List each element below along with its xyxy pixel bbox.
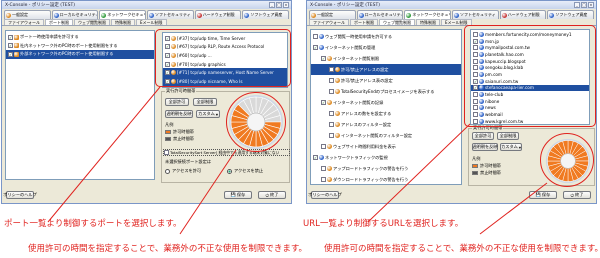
right-caption-2: 使用許可の時間を指定することで、業務外の不正な使用を制限できます。 (324, 244, 600, 254)
left-caption-2: 使用許可の時間を指定することで、業務外の不正な使用を制限できます。 (28, 244, 308, 254)
right-caption-1: URL一覧より制御するURLを選択します。 (303, 219, 464, 229)
left-caption-1: ポート一覧より制御するポートを選択します。 (4, 219, 182, 229)
